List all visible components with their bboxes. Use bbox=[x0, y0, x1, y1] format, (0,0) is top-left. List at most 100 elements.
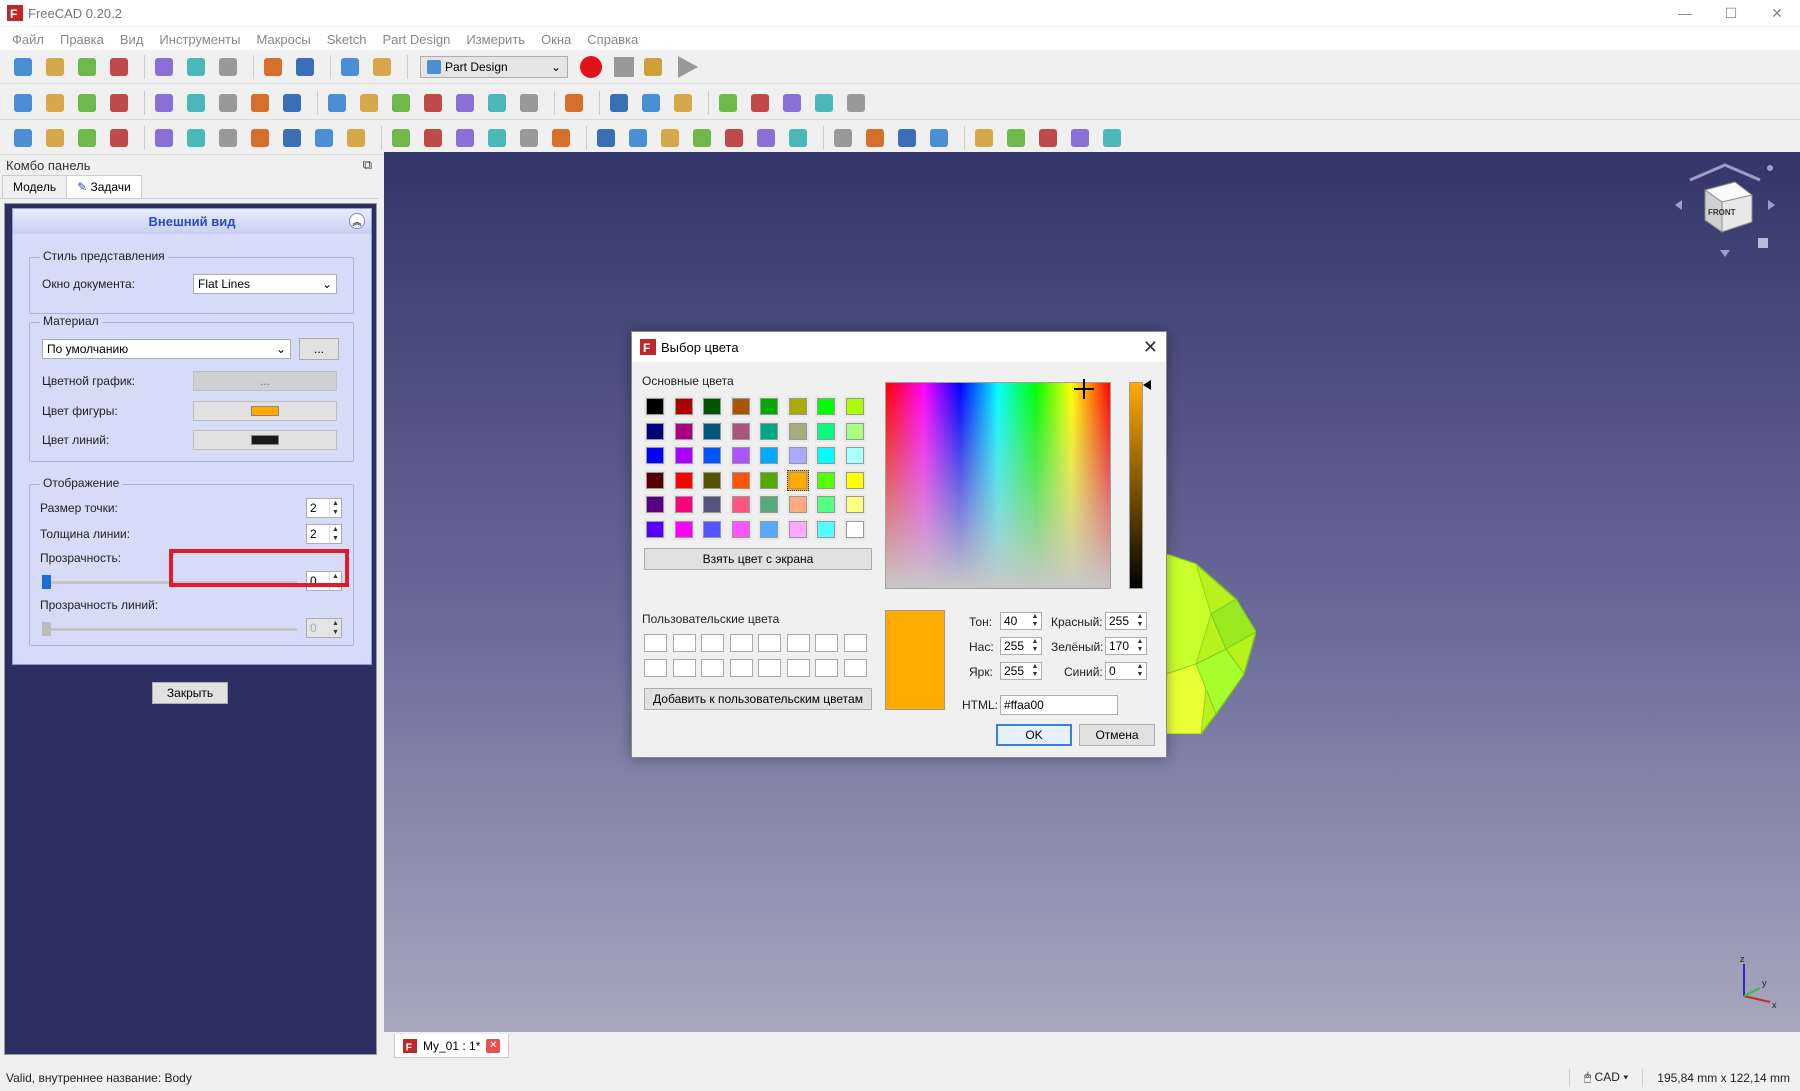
menu-help[interactable]: Справка bbox=[579, 32, 646, 47]
basic-color-swatch[interactable] bbox=[672, 396, 695, 417]
pocket-icon[interactable] bbox=[593, 126, 619, 150]
iso-view-icon[interactable] bbox=[279, 91, 305, 115]
shape-binder-icon[interactable] bbox=[279, 126, 305, 150]
right-view-icon[interactable] bbox=[388, 91, 414, 115]
custom-color-swatch[interactable] bbox=[672, 634, 696, 652]
custom-color-swatch[interactable] bbox=[843, 659, 867, 677]
tab-model[interactable]: Модель bbox=[2, 175, 68, 198]
sub-shape-binder-icon[interactable] bbox=[106, 126, 132, 150]
point-size-spinbox[interactable]: 2 ▲ ▼ bbox=[306, 498, 342, 518]
measure-clear-icon[interactable] bbox=[779, 91, 805, 115]
basic-color-swatch[interactable] bbox=[644, 494, 666, 515]
basic-color-swatch[interactable] bbox=[644, 420, 666, 442]
undo-icon[interactable] bbox=[260, 55, 286, 79]
close-tab-icon[interactable]: ✕ bbox=[486, 1038, 501, 1053]
link-icon[interactable] bbox=[638, 91, 664, 115]
basic-color-swatch[interactable] bbox=[672, 518, 695, 540]
workbench-selector[interactable]: Part Design ⌄ bbox=[420, 55, 568, 78]
basic-color-swatch[interactable] bbox=[758, 396, 780, 417]
basic-color-swatch[interactable] bbox=[758, 445, 780, 466]
macro-record-button[interactable] bbox=[580, 55, 602, 78]
green-spinbox[interactable]: 170 ▲ ▼ bbox=[1105, 637, 1147, 655]
transparency-slider-thumb[interactable] bbox=[42, 575, 51, 589]
basic-color-swatch[interactable] bbox=[729, 494, 752, 515]
primitive-icon[interactable] bbox=[548, 126, 574, 150]
ok-button[interactable]: OK bbox=[996, 724, 1072, 746]
add-custom-color-button[interactable]: Добавить к пользовательским цветам bbox=[644, 688, 872, 710]
menu-measure[interactable]: Измерить bbox=[458, 32, 533, 47]
custom-color-swatch[interactable] bbox=[701, 659, 724, 677]
basic-color-swatch[interactable] bbox=[701, 469, 723, 491]
linear-pattern-icon[interactable] bbox=[862, 126, 888, 150]
top-view-icon[interactable] bbox=[356, 91, 382, 115]
basic-color-swatch[interactable] bbox=[843, 420, 866, 442]
basic-color-swatch[interactable] bbox=[815, 445, 837, 466]
measure-angular-icon[interactable] bbox=[747, 91, 773, 115]
navcube-rotate-right-icon[interactable] bbox=[1768, 200, 1775, 210]
helix-icon[interactable] bbox=[516, 126, 542, 150]
basic-color-swatch[interactable] bbox=[815, 396, 837, 417]
fillet-icon[interactable] bbox=[971, 126, 997, 150]
link-actions-icon[interactable] bbox=[670, 91, 696, 115]
custom-color-swatch[interactable] bbox=[815, 659, 838, 677]
spin-arrows-icon[interactable]: ▲ ▼ bbox=[329, 499, 341, 517]
basic-color-swatch[interactable] bbox=[701, 518, 723, 540]
menu-edit[interactable]: Правка bbox=[52, 32, 112, 47]
custom-color-swatch[interactable] bbox=[758, 634, 781, 652]
whats-this-icon[interactable] bbox=[369, 55, 395, 79]
custom-color-swatch[interactable] bbox=[786, 634, 810, 652]
basic-color-swatch[interactable] bbox=[843, 445, 866, 466]
macro-run-button[interactable] bbox=[678, 55, 698, 78]
basic-color-swatch[interactable] bbox=[644, 396, 666, 417]
close-task-button[interactable]: Закрыть bbox=[152, 682, 228, 704]
basic-color-swatch[interactable] bbox=[815, 518, 837, 540]
custom-color-swatch[interactable] bbox=[644, 659, 667, 677]
cancel-button[interactable]: Отмена bbox=[1079, 724, 1155, 746]
spin-arrows-icon[interactable]: ▲ ▼ bbox=[329, 525, 341, 543]
back-icon[interactable] bbox=[151, 91, 177, 115]
close-window-button[interactable]: ✕ bbox=[1754, 0, 1800, 26]
pad-icon[interactable] bbox=[388, 126, 414, 150]
pick-screen-color-button[interactable]: Взять цвет с экрана bbox=[644, 548, 872, 570]
multi-transform-icon[interactable] bbox=[926, 126, 952, 150]
chamfer-icon[interactable] bbox=[1003, 126, 1029, 150]
basic-color-swatch[interactable] bbox=[786, 396, 809, 417]
basic-color-swatch[interactable] bbox=[815, 420, 837, 442]
navigation-cube[interactable]: FRONT bbox=[1670, 160, 1780, 260]
rear-view-icon[interactable] bbox=[420, 91, 446, 115]
loft-icon[interactable] bbox=[452, 126, 478, 150]
basic-color-swatch[interactable] bbox=[729, 445, 752, 466]
material-select[interactable]: По умолчанию ⌄ bbox=[42, 339, 291, 359]
basic-color-swatch[interactable] bbox=[758, 494, 780, 515]
clone-icon[interactable] bbox=[311, 126, 337, 150]
custom-color-swatch[interactable] bbox=[644, 634, 667, 652]
basic-color-swatch[interactable] bbox=[672, 445, 695, 466]
shape-color-button[interactable] bbox=[193, 401, 337, 421]
red-spinbox[interactable]: 255 ▲ ▼ bbox=[1105, 612, 1147, 630]
menu-macro[interactable]: Макросы bbox=[248, 32, 318, 47]
basic-color-swatch[interactable] bbox=[701, 396, 723, 417]
basic-color-swatch[interactable] bbox=[672, 494, 695, 515]
boolean-icon[interactable] bbox=[1099, 126, 1125, 150]
polar-pattern-icon[interactable] bbox=[894, 126, 920, 150]
undock-icon[interactable]: ⧉ bbox=[363, 157, 372, 173]
collapse-icon[interactable]: ︽ bbox=[349, 213, 365, 229]
bottom-view-icon[interactable] bbox=[452, 91, 478, 115]
groove-icon[interactable] bbox=[657, 126, 683, 150]
spin-arrows-icon[interactable]: ▲ ▼ bbox=[1134, 663, 1146, 679]
sketch-icon[interactable] bbox=[42, 126, 68, 150]
line-icon[interactable] bbox=[183, 126, 209, 150]
measure-refresh-icon[interactable] bbox=[843, 91, 869, 115]
basic-color-swatch[interactable] bbox=[672, 469, 695, 491]
cut-icon[interactable] bbox=[151, 55, 177, 79]
basic-color-swatch[interactable] bbox=[644, 469, 666, 491]
thickness-icon[interactable] bbox=[1067, 126, 1093, 150]
basic-color-swatch[interactable] bbox=[729, 518, 752, 540]
custom-color-swatch[interactable] bbox=[786, 659, 810, 677]
bounding-box-icon[interactable] bbox=[106, 91, 132, 115]
menu-sketch[interactable]: Sketch bbox=[319, 32, 375, 47]
color-plot-button[interactable]: ... bbox=[193, 371, 337, 391]
paste-icon[interactable] bbox=[215, 55, 241, 79]
navcube-rotate-down-icon[interactable] bbox=[1720, 250, 1730, 257]
new-icon[interactable] bbox=[10, 55, 36, 79]
